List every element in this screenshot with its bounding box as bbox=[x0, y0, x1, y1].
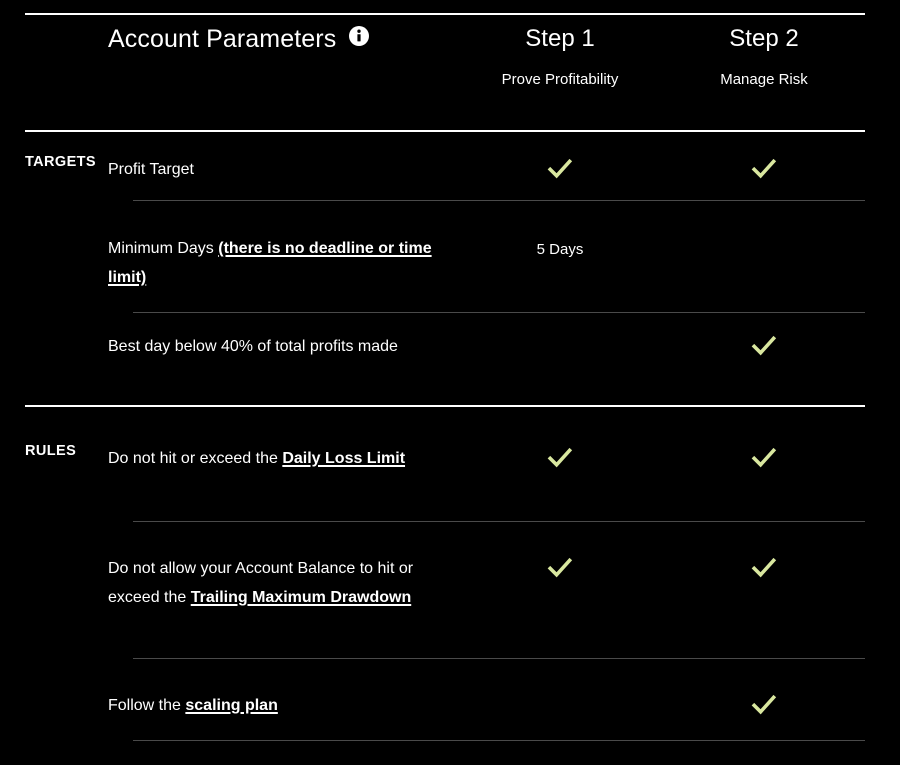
cell-step2 bbox=[662, 332, 866, 364]
section-label-targets: TARGETS bbox=[25, 154, 97, 170]
check-icon bbox=[751, 692, 777, 718]
account-parameters-table: Account Parameters Step 1 Prove Profitab… bbox=[0, 0, 900, 765]
page-title: Account Parameters bbox=[108, 25, 337, 53]
table-row: Follow the scaling plan bbox=[0, 691, 900, 723]
section-label-rules-cell: RULES bbox=[0, 444, 108, 459]
param-label: Follow the scaling plan bbox=[108, 691, 458, 720]
param-segment: Profit Target bbox=[108, 161, 194, 178]
param-link[interactable]: Daily Loss Limit bbox=[282, 450, 405, 467]
check-icon bbox=[751, 333, 777, 359]
check-icon bbox=[751, 555, 777, 581]
cell-step2 bbox=[662, 444, 866, 476]
section-label-targets-cell: TARGETS bbox=[0, 155, 108, 170]
cell-step1 bbox=[458, 554, 662, 586]
header-step-1: Step 1 Prove Profitability bbox=[458, 25, 662, 88]
cell-step2 bbox=[662, 155, 866, 187]
info-icon[interactable] bbox=[348, 26, 369, 51]
cell-step1 bbox=[458, 155, 662, 187]
row-divider bbox=[133, 658, 865, 659]
table-row: Do not allow your Account Balance to hit… bbox=[0, 554, 900, 612]
table-bottom-divider bbox=[133, 740, 865, 741]
param-text: Follow the scaling plan bbox=[108, 691, 440, 720]
check-icon bbox=[547, 156, 573, 182]
cell-step2 bbox=[662, 554, 866, 586]
section-label-rules: RULES bbox=[25, 443, 77, 459]
param-segment: Do not hit or exceed the bbox=[108, 450, 283, 467]
row-divider bbox=[133, 312, 865, 313]
table-row: Best day below 40% of total profits made bbox=[0, 332, 900, 364]
param-text: Best day below 40% of total profits made bbox=[108, 332, 440, 361]
section-divider bbox=[25, 405, 865, 407]
table-row: Minimum Days (there is no deadline or ti… bbox=[0, 234, 900, 292]
check-icon bbox=[751, 445, 777, 471]
param-link[interactable]: scaling plan bbox=[185, 697, 277, 714]
header-bottom-divider bbox=[25, 130, 865, 132]
table-header-row: Account Parameters Step 1 Prove Profitab… bbox=[0, 0, 900, 87]
header-step-2: Step 2 Manage Risk bbox=[662, 25, 866, 88]
header-title-cell: Account Parameters bbox=[108, 25, 458, 53]
param-text: Minimum Days (there is no deadline or ti… bbox=[108, 234, 440, 292]
param-segment: Follow the bbox=[108, 697, 186, 714]
check-icon bbox=[547, 555, 573, 581]
param-segment: Best day below 40% of total profits made bbox=[108, 338, 398, 355]
param-label: Minimum Days (there is no deadline or ti… bbox=[108, 234, 458, 292]
step-1-title: Step 1 bbox=[525, 25, 595, 52]
cell-step1: 5 Days bbox=[458, 234, 662, 259]
row-divider bbox=[133, 521, 865, 522]
table-row: RULES Do not hit or exceed the Daily Los… bbox=[0, 444, 900, 476]
step-1-subtitle: Prove Profitability bbox=[501, 71, 619, 88]
param-segment: Minimum Days bbox=[108, 240, 219, 257]
row-divider bbox=[133, 200, 865, 201]
param-label: Profit Target bbox=[108, 155, 458, 184]
cell-step2 bbox=[662, 691, 866, 723]
param-label: Do not allow your Account Balance to hit… bbox=[108, 554, 458, 612]
check-icon bbox=[547, 445, 573, 471]
cell-value: 5 Days bbox=[536, 241, 584, 258]
param-text: Do not allow your Account Balance to hit… bbox=[108, 554, 440, 612]
step-2-title: Step 2 bbox=[729, 25, 799, 52]
step-2-subtitle: Manage Risk bbox=[720, 71, 808, 88]
table-row: TARGETS Profit Target bbox=[0, 155, 900, 187]
cell-step1 bbox=[458, 444, 662, 476]
param-label: Best day below 40% of total profits made bbox=[108, 332, 458, 361]
param-label: Do not hit or exceed the Daily Loss Limi… bbox=[108, 444, 458, 473]
param-text: Profit Target bbox=[108, 155, 440, 184]
param-link[interactable]: Trailing Maximum Drawdown bbox=[191, 589, 411, 606]
param-text: Do not hit or exceed the Daily Loss Limi… bbox=[108, 444, 440, 473]
check-icon bbox=[751, 156, 777, 182]
